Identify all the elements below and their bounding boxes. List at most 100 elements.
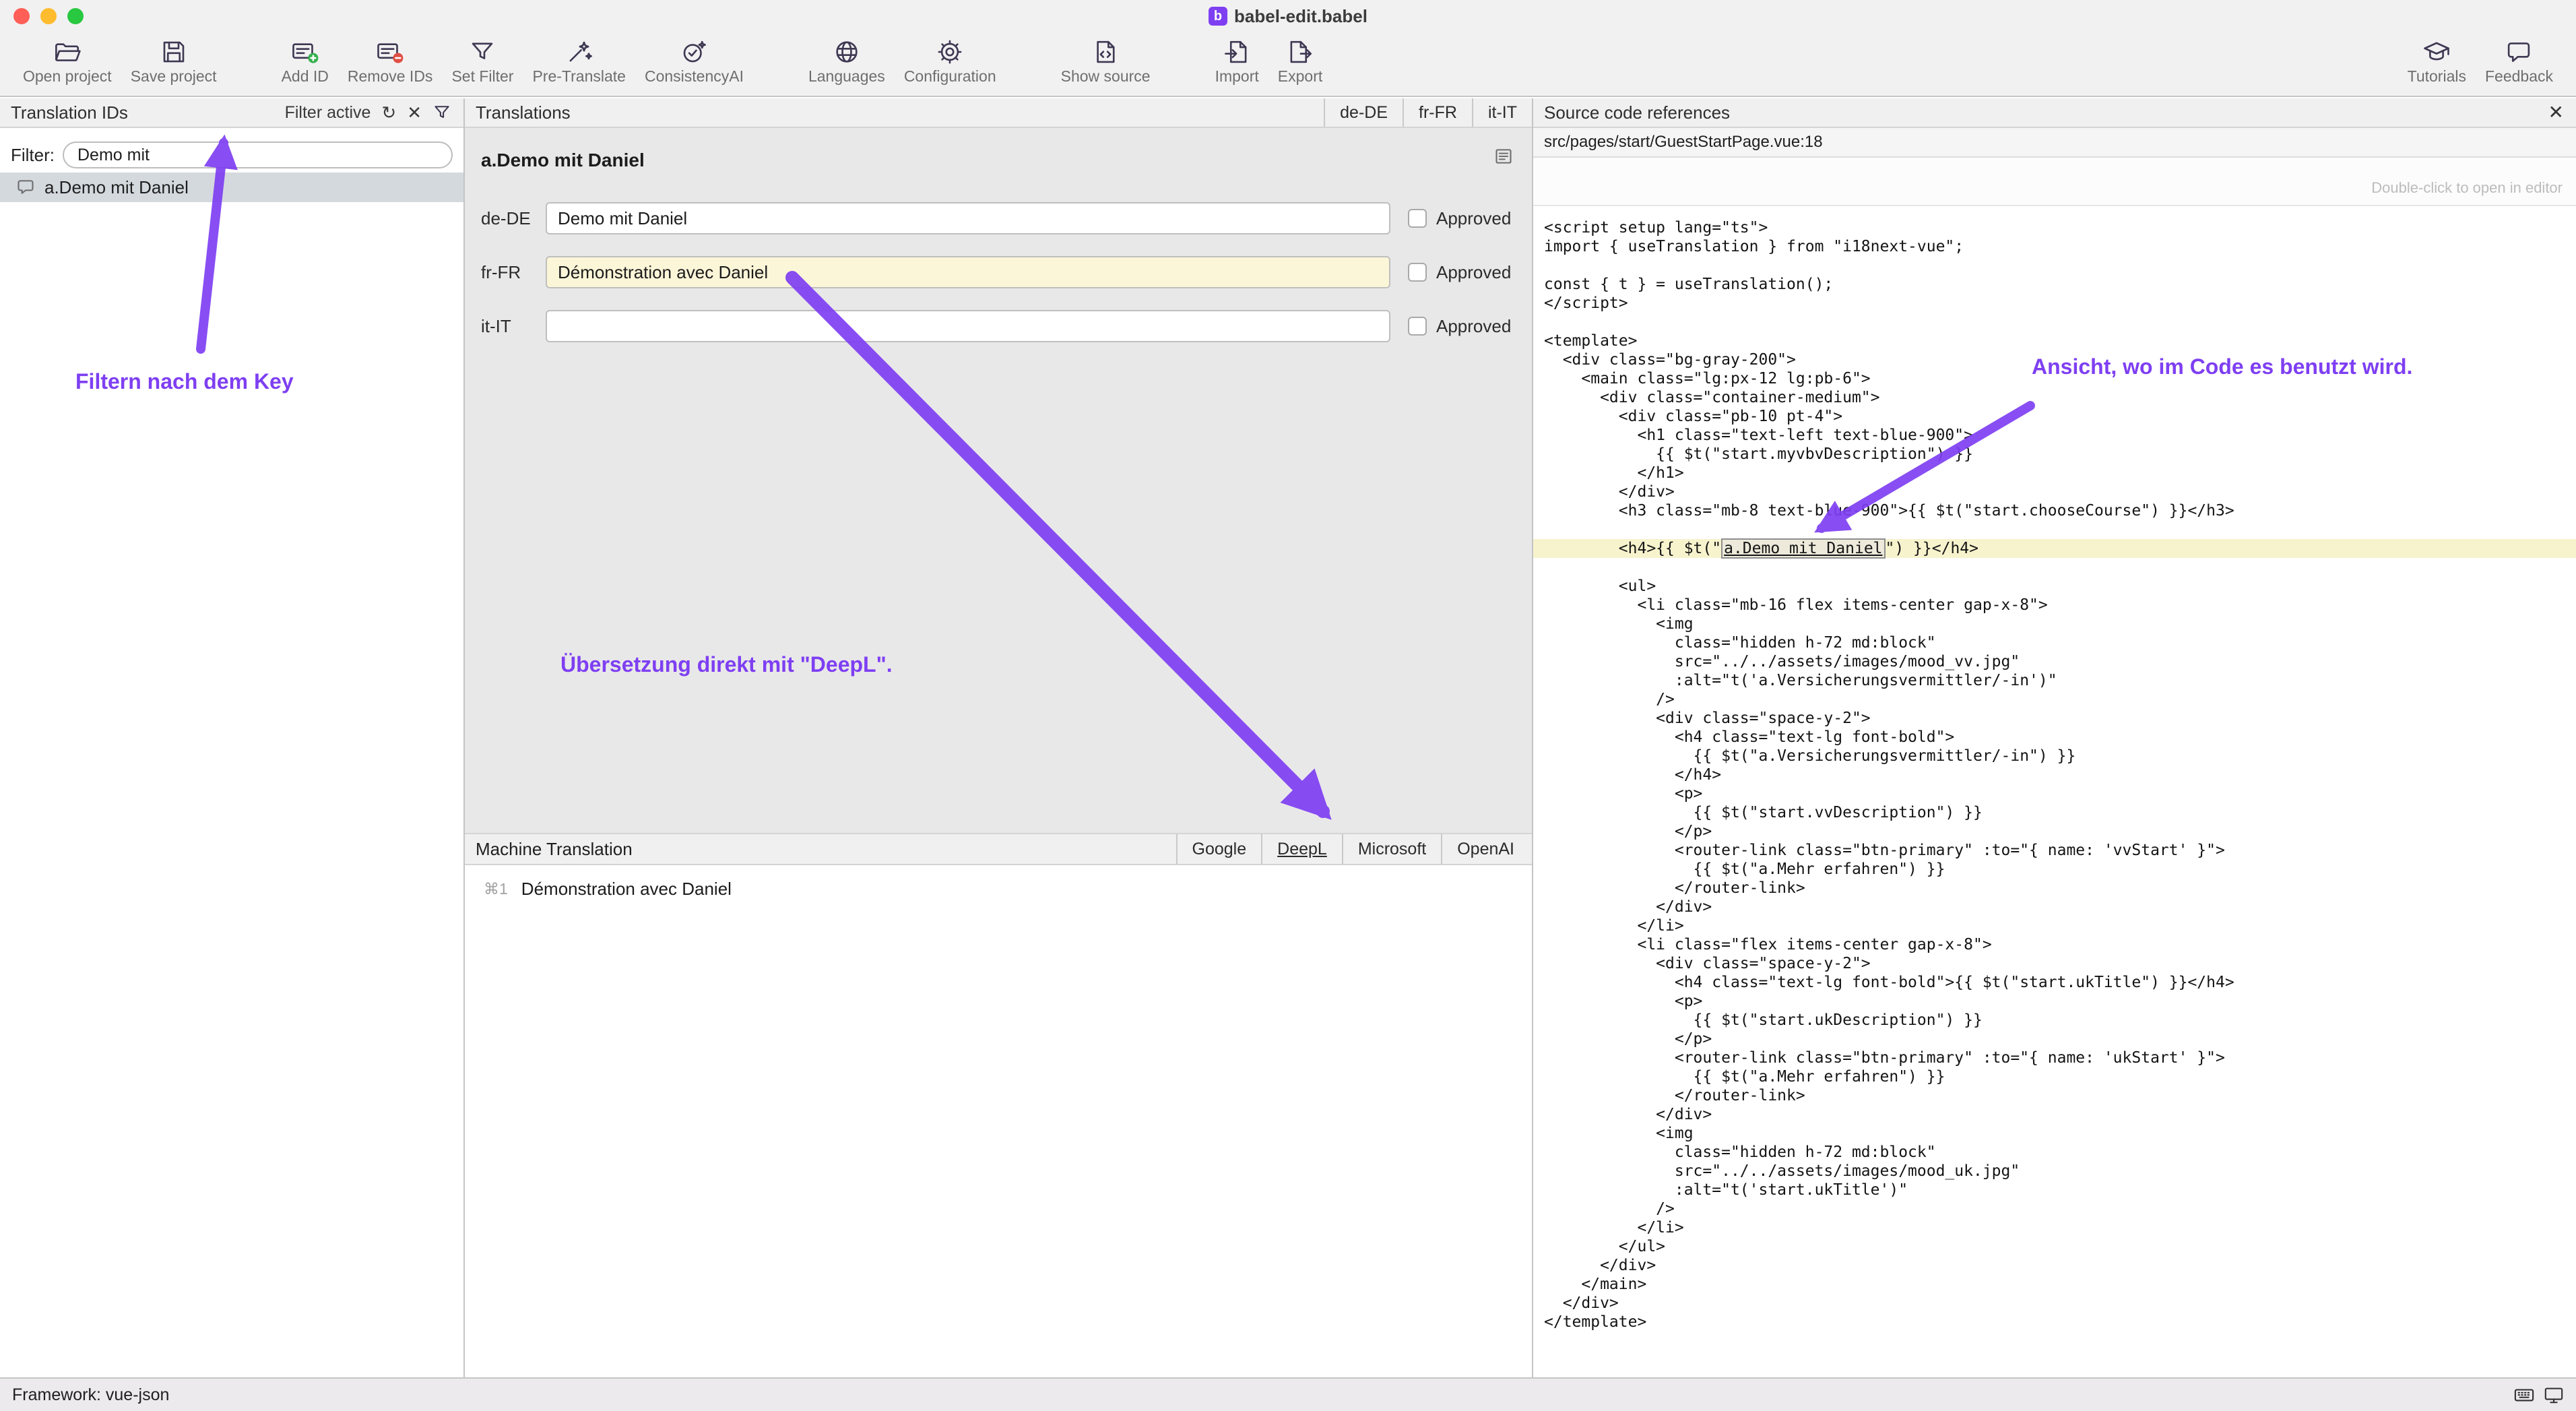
minimize-button[interactable] (40, 8, 57, 24)
toolbar-right: TutorialsFeedback (2398, 35, 2563, 88)
code-line: import { useTranslation } from "i18next-… (1533, 237, 2576, 256)
file-reference-bar[interactable]: src/pages/start/GuestStartPage.vue:18 (1533, 128, 2576, 158)
provider-tab-google[interactable]: Google (1176, 834, 1262, 864)
code-line: </li> (1533, 916, 2576, 935)
toolbar-save-project-button[interactable]: Save project (121, 35, 226, 88)
translation-input-it-it[interactable] (546, 310, 1390, 342)
suggestion-shortcut: ⌘1 (484, 880, 508, 898)
code-line: <p> (1533, 992, 2576, 1011)
approved-checkbox-fr-fr[interactable] (1408, 263, 1427, 282)
editor-hint: Double-click to open in editor (2371, 179, 2563, 197)
source-code-view[interactable]: <script setup lang="ts">import { useTran… (1533, 206, 2576, 1377)
window-title: b babel-edit.babel (1209, 0, 1367, 32)
code-line: </p> (1533, 1030, 2576, 1048)
toolbar-show-source-button[interactable]: Show source (1052, 35, 1160, 88)
filter-label: Filter: (11, 145, 55, 166)
toolbar-export-button[interactable]: Export (1268, 35, 1332, 88)
filter-input[interactable]: Demo mit (63, 142, 453, 168)
import-icon (1223, 38, 1251, 66)
language-label: fr-FR (481, 262, 543, 283)
code-line: </ul> (1533, 1237, 2576, 1256)
toolbar-configuration-button[interactable]: Configuration (895, 35, 1006, 88)
toolbar-languages-button[interactable]: Languages (799, 35, 895, 88)
code-line: <img (1533, 615, 2576, 633)
toolbar-label: Configuration (904, 67, 996, 86)
toolbar-label: Open project (23, 67, 112, 86)
provider-tab-openai[interactable]: OpenAI (1441, 834, 1529, 864)
translation-ids-title: Translation IDs (11, 102, 128, 123)
code-line: <li class="mb-16 flex items-center gap-x… (1533, 596, 2576, 615)
approved-label: Approved (1436, 208, 1511, 229)
set-filter-icon (468, 38, 496, 66)
code-line: class="hidden h-72 md:block" (1533, 633, 2576, 652)
language-label: it-IT (481, 316, 543, 337)
approved-checkbox-it-it[interactable] (1408, 317, 1427, 336)
translations-title: Translations (476, 102, 571, 123)
source-annotation-text: Ansicht, wo im Code es benutzt wird. (2032, 354, 2412, 379)
comment-bubble-icon (16, 178, 35, 197)
code-line: <router-link class="btn-primary" :to="{ … (1533, 1048, 2576, 1067)
close-icon[interactable]: ✕ (2548, 103, 2576, 122)
framework-label: Framework: vue-json (12, 1385, 169, 1405)
add-id-icon (291, 38, 319, 66)
filter-menu-button[interactable] (432, 103, 451, 122)
translation-row-de-de: de-DEApproved (481, 201, 1511, 236)
export-icon (1286, 38, 1314, 66)
language-tab-it-it[interactable]: it-IT (1472, 98, 1532, 127)
refresh-filter-button[interactable]: ↻ (381, 104, 396, 121)
code-line: </script> (1533, 294, 2576, 313)
toolbar-tutorials-button[interactable]: Tutorials (2398, 35, 2476, 88)
tutorials-icon (2422, 38, 2451, 66)
highlighted-translation-key[interactable]: a.Demo mit Daniel (1721, 538, 1885, 559)
toolbar-pre-translate-button[interactable]: Pre-Translate (523, 35, 635, 88)
language-tab-de-de[interactable]: de-DE (1324, 98, 1403, 127)
toolbar-label: Save project (131, 67, 217, 86)
code-line: </h4> (1533, 765, 2576, 784)
toolbar-label: Add ID (282, 67, 329, 86)
toolbar-left: Open project Save project Add ID Remove IDs… (13, 35, 1332, 88)
translation-ids-panel: Translation IDs Filter active ↻ ✕ Filter… (0, 98, 465, 1377)
language-tabs: de-DEfr-FRit-IT (1324, 98, 1532, 127)
machine-translation-suggestion[interactable]: ⌘1 Démonstration avec Daniel (484, 879, 732, 900)
approved-checkbox-de-de[interactable] (1408, 209, 1427, 228)
toolbar-set-filter-button[interactable]: Set Filter (442, 35, 523, 88)
clear-filter-button[interactable]: ✕ (407, 104, 422, 121)
code-line: {{ $t("a.Mehr erfahren") }} (1533, 1067, 2576, 1086)
toolbar-feedback-button[interactable]: Feedback (2476, 35, 2563, 88)
code-line: </div> (1533, 1105, 2576, 1124)
close-button[interactable] (13, 8, 30, 24)
code-line: <h1 class="text-left text-blue-900"> (1533, 426, 2576, 445)
toolbar-remove-ids-button[interactable]: Remove IDs (338, 35, 443, 88)
translation-row-it-it: it-ITApproved (481, 309, 1511, 344)
display-icon[interactable] (2544, 1385, 2564, 1405)
keyboard-icon[interactable] (2514, 1385, 2534, 1405)
toolbar-label: Set Filter (451, 67, 513, 86)
zoom-button[interactable] (67, 8, 84, 24)
provider-tab-microsoft[interactable]: Microsoft (1342, 834, 1441, 864)
toolbar: Open project Save project Add ID Remove IDs… (0, 32, 2576, 97)
code-line (1533, 558, 2576, 577)
translations-panel: Translations de-DEfr-FRit-IT a.Demo mit … (465, 98, 1533, 1377)
machine-translation-title: Machine Translation (476, 839, 633, 860)
code-line: {{ $t("start.ukDescription") }} (1533, 1011, 2576, 1030)
translation-input-de-de[interactable] (546, 202, 1390, 234)
toolbar-open-project-button[interactable]: Open project (13, 35, 121, 88)
code-line: <h4 class="text-lg font-bold">{{ $t("sta… (1533, 973, 2576, 992)
translations-header: Translations de-DEfr-FRit-IT (465, 98, 1532, 128)
comment-note-button[interactable] (1494, 147, 1513, 166)
translation-input-fr-fr[interactable] (546, 256, 1390, 288)
open-project-icon (53, 38, 82, 66)
code-line: <template> (1533, 332, 2576, 350)
current-id-title: a.Demo mit Daniel (481, 150, 645, 171)
toolbar-import-button[interactable]: Import (1206, 35, 1268, 88)
translation-id-item[interactable]: a.Demo mit Daniel (0, 173, 463, 202)
show-source-icon (1091, 38, 1120, 66)
toolbar-consistencyai-button[interactable]: ConsistencyAI (635, 35, 753, 88)
language-tab-fr-fr[interactable]: fr-FR (1403, 98, 1472, 127)
toolbar-label: Languages (808, 67, 885, 86)
code-line: {{ $t("a.Versicherungsvermittler/-in") }… (1533, 747, 2576, 765)
toolbar-add-id-button[interactable]: Add ID (272, 35, 338, 88)
provider-tab-deepl[interactable]: DeepL (1261, 834, 1342, 864)
code-line: src="../../assets/images/mood_vv.jpg" (1533, 652, 2576, 671)
code-line: <div class="space-y-2"> (1533, 709, 2576, 728)
